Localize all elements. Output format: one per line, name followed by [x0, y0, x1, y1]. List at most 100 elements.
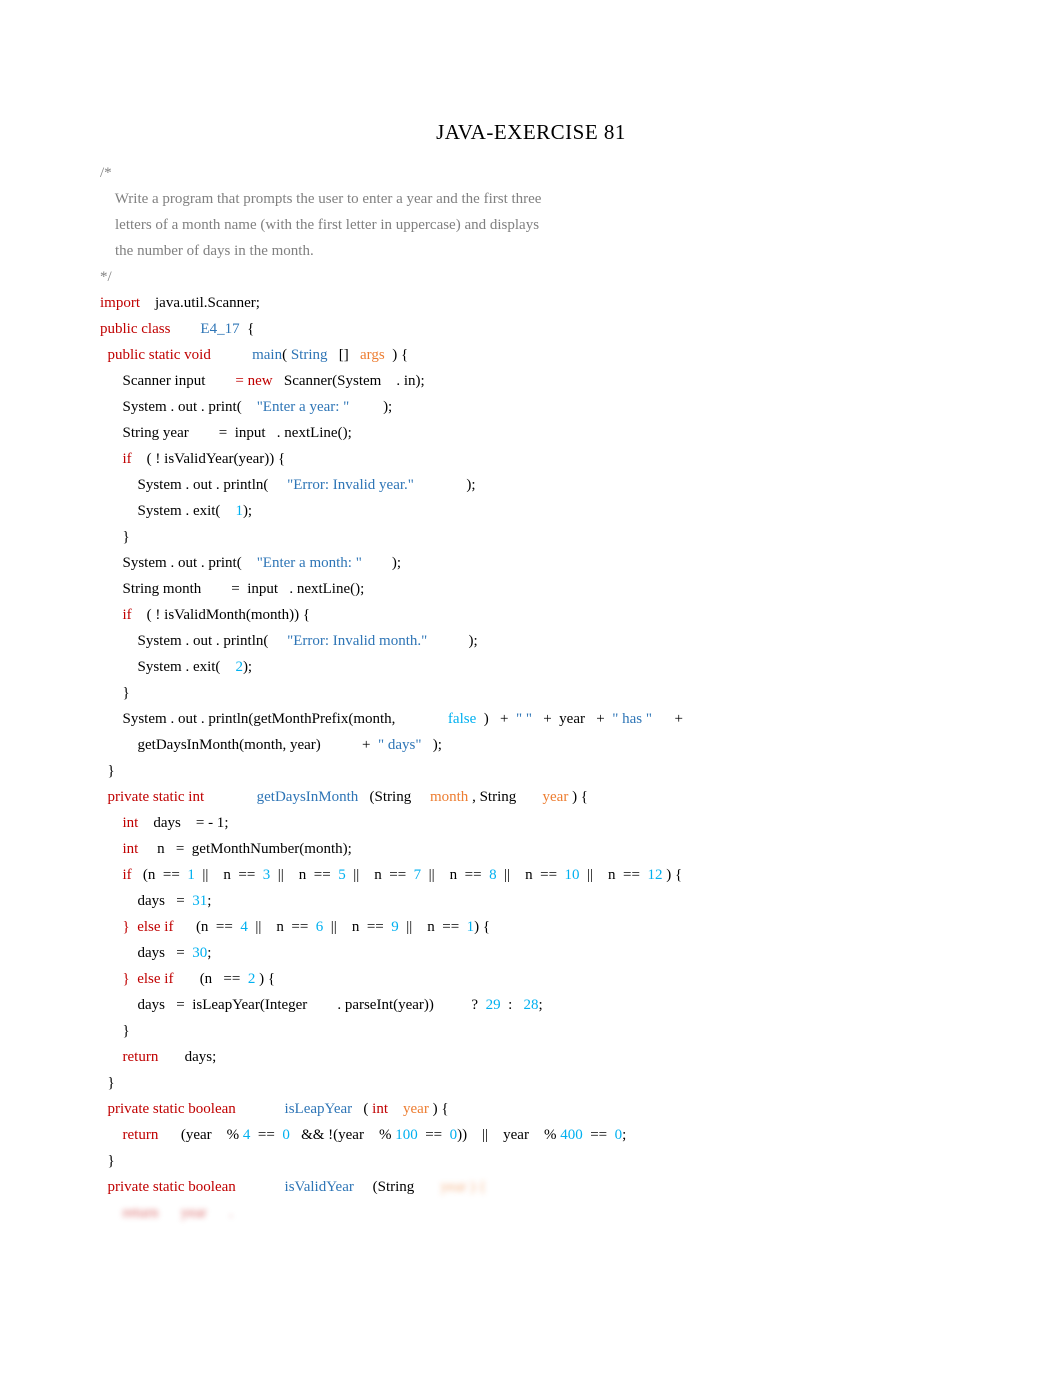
method-name: getDaysInMonth	[204, 789, 358, 805]
code-text: );	[422, 737, 442, 753]
code-text: System	[100, 555, 170, 571]
code-text: days =	[100, 945, 192, 961]
pct: %	[544, 1127, 560, 1143]
code-text: = input	[231, 581, 289, 597]
params: (	[352, 1101, 372, 1117]
keyword-return: return	[100, 1127, 158, 1143]
string-literal: " has "	[608, 711, 652, 727]
page-title: JAVA-EXERCISE 81	[0, 120, 1062, 145]
code-text: Scanner(System	[273, 373, 397, 389]
brace: }	[100, 763, 115, 779]
eq: ==	[583, 1127, 615, 1143]
blurred-text: return year .	[100, 1205, 233, 1221]
code-text: String year	[100, 425, 219, 441]
keyword-if: if	[100, 451, 132, 467]
brace: }	[100, 1075, 115, 1091]
eq: ==	[418, 1127, 450, 1143]
number: 100	[395, 1127, 418, 1143]
params: , String	[468, 789, 542, 805]
or: ||	[580, 867, 609, 883]
code-text: String month	[100, 581, 231, 597]
code-block: /* Write a program that prompts the user…	[100, 160, 962, 1226]
brace: }	[100, 685, 130, 701]
code-text: (n ==	[173, 971, 247, 987]
method-main: main	[211, 347, 282, 363]
number: 0	[615, 1127, 623, 1143]
class-name: E4_17	[170, 321, 239, 337]
close: ) {	[255, 971, 275, 987]
println: . println(	[216, 633, 287, 649]
number: 2	[235, 659, 243, 675]
neq: n ==	[525, 867, 564, 883]
code-text: System	[100, 399, 170, 415]
keyword-private-static-boolean: private static boolean	[100, 1179, 236, 1195]
params: (String	[354, 1179, 441, 1195]
code-text: (n ==	[132, 867, 188, 883]
dot: .	[170, 399, 178, 415]
brace: }	[100, 1153, 115, 1169]
neq: n ==	[299, 867, 338, 883]
or: ||	[497, 867, 526, 883]
code-text: ( ! isValidMonth(month)) {	[132, 607, 310, 623]
neq: n ==	[374, 867, 413, 883]
keyword-elseif: } else if	[100, 919, 173, 935]
code-text: (year	[333, 1127, 379, 1143]
dot: .	[185, 477, 193, 493]
param: month	[430, 789, 468, 805]
dot: .	[185, 633, 193, 649]
semi: ;	[622, 1127, 626, 1143]
comment: */	[100, 269, 112, 285]
pct: %	[379, 1127, 395, 1143]
brace: }	[100, 529, 130, 545]
out: out	[193, 633, 216, 649]
comment: Write a program that prompts the user to…	[100, 191, 541, 207]
or: ||	[421, 867, 450, 883]
params: ) {	[568, 789, 588, 805]
string-literal: "Error: Invalid year."	[287, 477, 414, 493]
code-text: n = getMonthNumber(month);	[138, 841, 351, 857]
semi: ;	[224, 815, 228, 831]
number: 400	[560, 1127, 583, 1143]
code-text: + year +	[532, 711, 608, 727]
code-text: days =	[138, 815, 208, 831]
code-text: );	[243, 659, 252, 675]
string-literal: "Enter a year: "	[257, 399, 350, 415]
semi: ;	[539, 997, 543, 1013]
number: 31	[192, 893, 207, 909]
print: . print(	[201, 399, 257, 415]
out: out	[178, 711, 201, 727]
comment: /*	[100, 165, 112, 181]
code-text: = input	[219, 425, 277, 441]
code-text: );	[349, 399, 392, 415]
close: ) {	[429, 1101, 449, 1117]
or: ||	[399, 919, 428, 935]
out: out	[178, 399, 201, 415]
neq: n ==	[427, 919, 466, 935]
keyword-int: int	[372, 1101, 388, 1117]
number: 29	[486, 997, 501, 1013]
code-text: System	[100, 659, 185, 675]
comment: letters of a month name (with the first …	[100, 217, 539, 233]
code-text: (year	[158, 1127, 226, 1143]
semi: ;	[207, 893, 211, 909]
string-literal: "Error: Invalid month."	[287, 633, 427, 649]
code-text: (n ==	[173, 919, 240, 935]
number: 0	[282, 1127, 290, 1143]
code-text: . nextLine();	[289, 581, 364, 597]
number: 30	[192, 945, 207, 961]
string-literal: " "	[516, 711, 532, 727]
string-literal: "Enter a month: "	[257, 555, 362, 571]
literal-false: false	[448, 711, 476, 727]
keyword-private-static-boolean: private static boolean	[100, 1101, 236, 1117]
code-text: System	[100, 633, 185, 649]
blurred-text: year ) {	[441, 1179, 487, 1195]
number: 1	[235, 503, 243, 519]
keyword-psv: public static void	[100, 347, 211, 363]
colon: :	[501, 997, 524, 1013]
or: ||	[346, 867, 375, 883]
number: 4	[240, 919, 248, 935]
code-text: days = isLeapYear(Integer	[100, 997, 337, 1013]
number: 10	[565, 867, 580, 883]
code-text: . parseInt(year))	[337, 997, 471, 1013]
code-text: );	[243, 503, 252, 519]
